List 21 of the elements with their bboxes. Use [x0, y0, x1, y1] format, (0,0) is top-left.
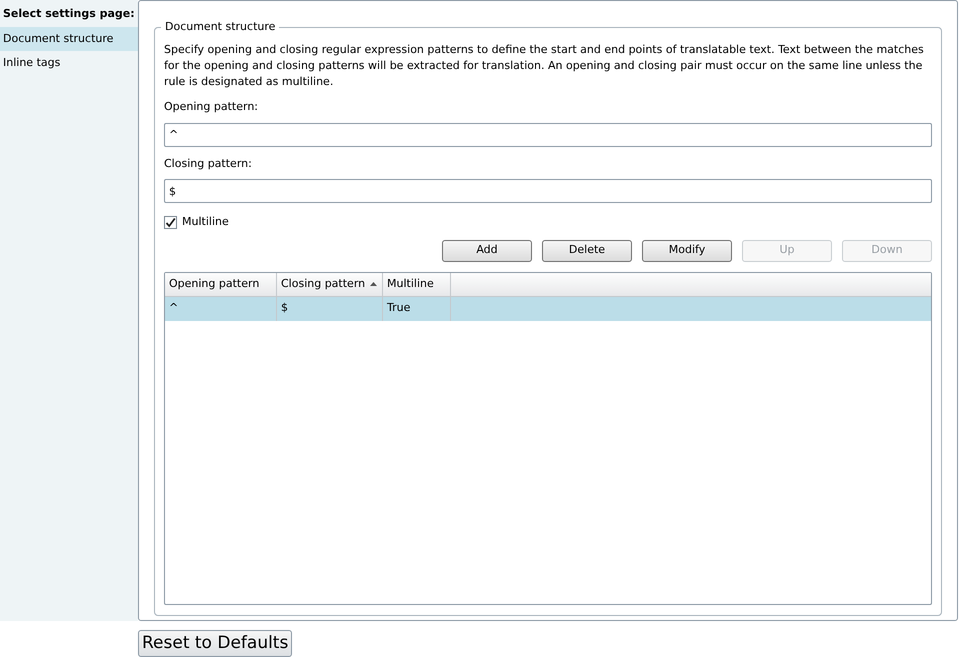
field-label: Closing pattern: [164, 156, 253, 172]
text-field[interactable]: ^ [164, 122, 932, 146]
column-header[interactable]: Closing pattern [277, 272, 383, 296]
table-cell: True [383, 296, 451, 320]
table-row[interactable]: ^ $ True [165, 296, 931, 320]
action-button[interactable]: Modify [642, 240, 732, 262]
description-text: Specify opening and closing regular expression patterns to define the start and end points of translatable text. Text between the matches for the opening and closing patterns will be extracted for translation. An opening and closing pair must occur on the same line unless the rule is designated as multiline. [164, 42, 925, 90]
table-cell: $ [277, 296, 383, 320]
checkbox[interactable] [164, 216, 177, 229]
action-button[interactable]: Add [442, 240, 532, 262]
text-field[interactable]: $ [164, 179, 932, 203]
action-button[interactable]: Delete [542, 240, 632, 262]
checkbox-label: Multiline [182, 214, 229, 230]
sidebar-item[interactable]: Inline tags [0, 51, 138, 76]
column-header[interactable]: Opening pattern [165, 272, 277, 296]
table-cell: ^ [165, 296, 277, 320]
sidebar-heading: Select settings page: [2, 6, 136, 22]
sidebar-item[interactable]: Document structure [0, 26, 138, 51]
reset-button[interactable]: Reset to Defaults [138, 630, 292, 657]
column-header[interactable]: Multiline [383, 272, 451, 296]
field-label: Opening pattern: [164, 99, 260, 115]
